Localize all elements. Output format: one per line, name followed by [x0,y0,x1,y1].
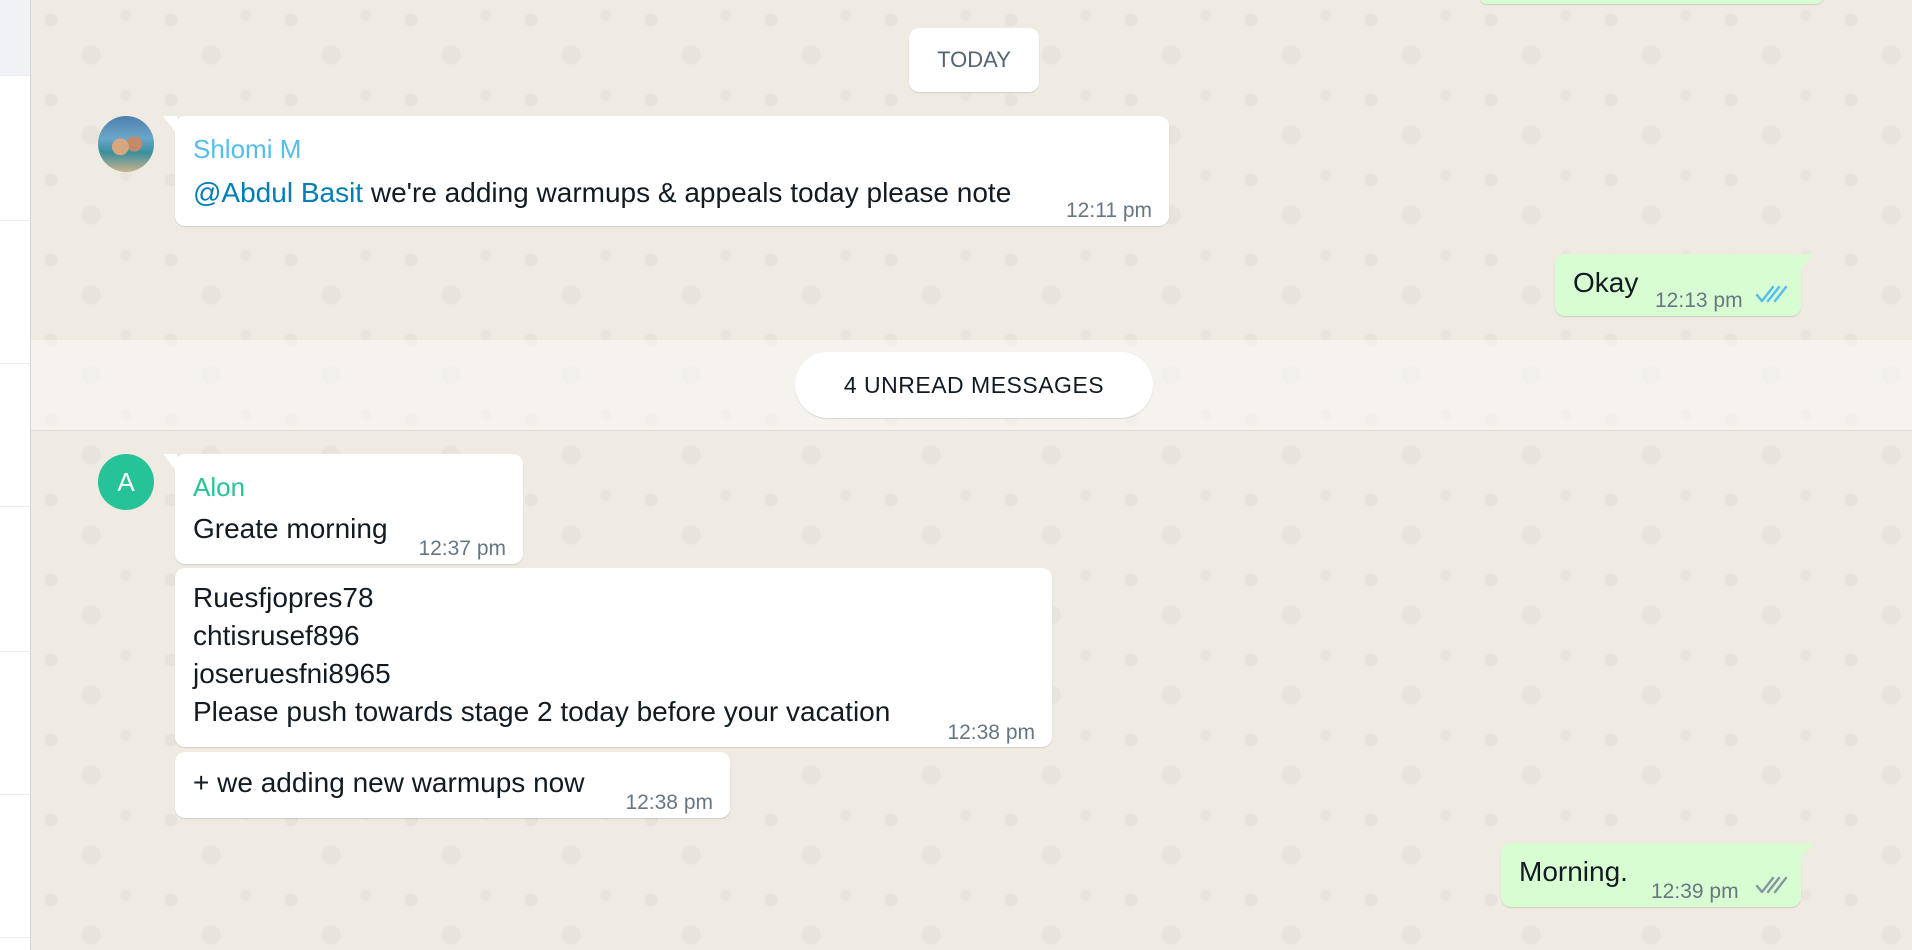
chat-list-item[interactable] [0,794,30,938]
avatar[interactable] [98,116,154,172]
chat-list-item[interactable] [0,506,30,652]
message-bubble[interactable]: Alon Greate morning 12:37 pm [163,454,523,564]
unread-messages-divider: 4 UNREAD MESSAGES [795,352,1153,418]
message-text: + we adding new warmups now [193,767,585,798]
message-bubble[interactable]: Ruesfjopres78 chtisrusef896 joseruesfni8… [175,568,1052,747]
mention-link[interactable]: @Abdul Basit [193,177,363,208]
message-time: 12:39 pm [1651,880,1739,903]
bubble-tail [1799,843,1813,861]
bubble-tail [163,116,177,134]
chat-list-item[interactable] [0,220,30,364]
message-text: Ruesfjopres78 chtisrusef896 joseruesfni8… [193,579,890,731]
message-time: 12:38 pm [947,721,1035,744]
chat-list-pane [0,0,31,950]
message-line: joseruesfni8965 [193,658,391,689]
chat-list-item[interactable] [0,0,30,76]
double-check-icon [1755,285,1788,303]
chat-list-item[interactable] [0,75,30,221]
message-line: Please push towards stage 2 today before… [193,696,891,727]
sender-name[interactable]: Alon [193,472,245,502]
avatar-initial: A [117,466,135,497]
message-text: Greate morning [193,513,388,544]
message-bubble[interactable]: + we adding new warmups now 12:38 pm [175,752,730,818]
avatar[interactable]: A [98,454,154,510]
message-text: @Abdul Basit we're adding warmups & appe… [193,174,1011,212]
message-time: 12:38 pm [625,791,713,814]
message-time: 12:37 pm [418,537,506,560]
message-bubble[interactable]: Shlomi M @Abdul Basit we're adding warmu… [163,116,1169,226]
date-divider-label: TODAY [937,47,1011,72]
previous-outgoing-bubble[interactable] [1479,0,1824,4]
bubble-tail [163,454,177,472]
outgoing-message-bubble[interactable]: Okay 12:13 pm [1555,254,1813,316]
outgoing-message-bubble[interactable]: Morning. 12:39 pm [1501,843,1813,907]
message-time: 12:13 pm [1655,289,1743,312]
message-text: Okay [1573,267,1639,298]
chat-list-item[interactable] [0,363,30,507]
unread-divider-label: 4 UNREAD MESSAGES [843,371,1105,398]
double-check-icon [1755,876,1788,894]
message-text: Morning. [1519,856,1628,887]
date-divider: TODAY [909,28,1039,92]
chat-list-item[interactable] [0,651,30,795]
message-time: 12:11 pm [1066,199,1152,222]
sender-name[interactable]: Shlomi M [193,134,301,164]
message-line: Ruesfjopres78 [193,582,374,613]
message-text-body: we're adding warmups & appeals today ple… [363,177,1012,208]
bubble-tail [1799,254,1813,272]
message-line: chtisrusef896 [193,620,360,651]
